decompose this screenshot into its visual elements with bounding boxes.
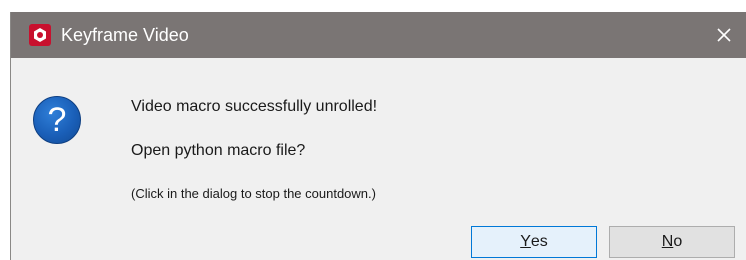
window-title: Keyframe Video: [61, 25, 189, 45]
yes-button[interactable]: Yes: [471, 226, 597, 258]
message-prompt: Open python macro file?: [131, 142, 306, 159]
question-mark: ?: [47, 101, 67, 139]
yes-label-rest: es: [530, 233, 548, 250]
message-success: Video macro successfully unrolled!: [131, 98, 378, 115]
title-bar[interactable]: Keyframe Video: [11, 12, 746, 58]
yes-mnemonic: Y: [520, 233, 531, 250]
no-mnemonic: N: [661, 233, 674, 250]
question-icon: ?: [33, 96, 81, 144]
dialog-window[interactable]: Keyframe Video ? Video macro successfull…: [10, 12, 746, 260]
countdown-hint: (Click in the dialog to stop the countdo…: [131, 186, 376, 201]
close-icon: [717, 28, 731, 42]
no-label-rest: o: [673, 233, 683, 250]
app-logo-icon: [29, 24, 51, 46]
no-button[interactable]: No: [609, 226, 735, 258]
close-button[interactable]: [702, 12, 746, 58]
